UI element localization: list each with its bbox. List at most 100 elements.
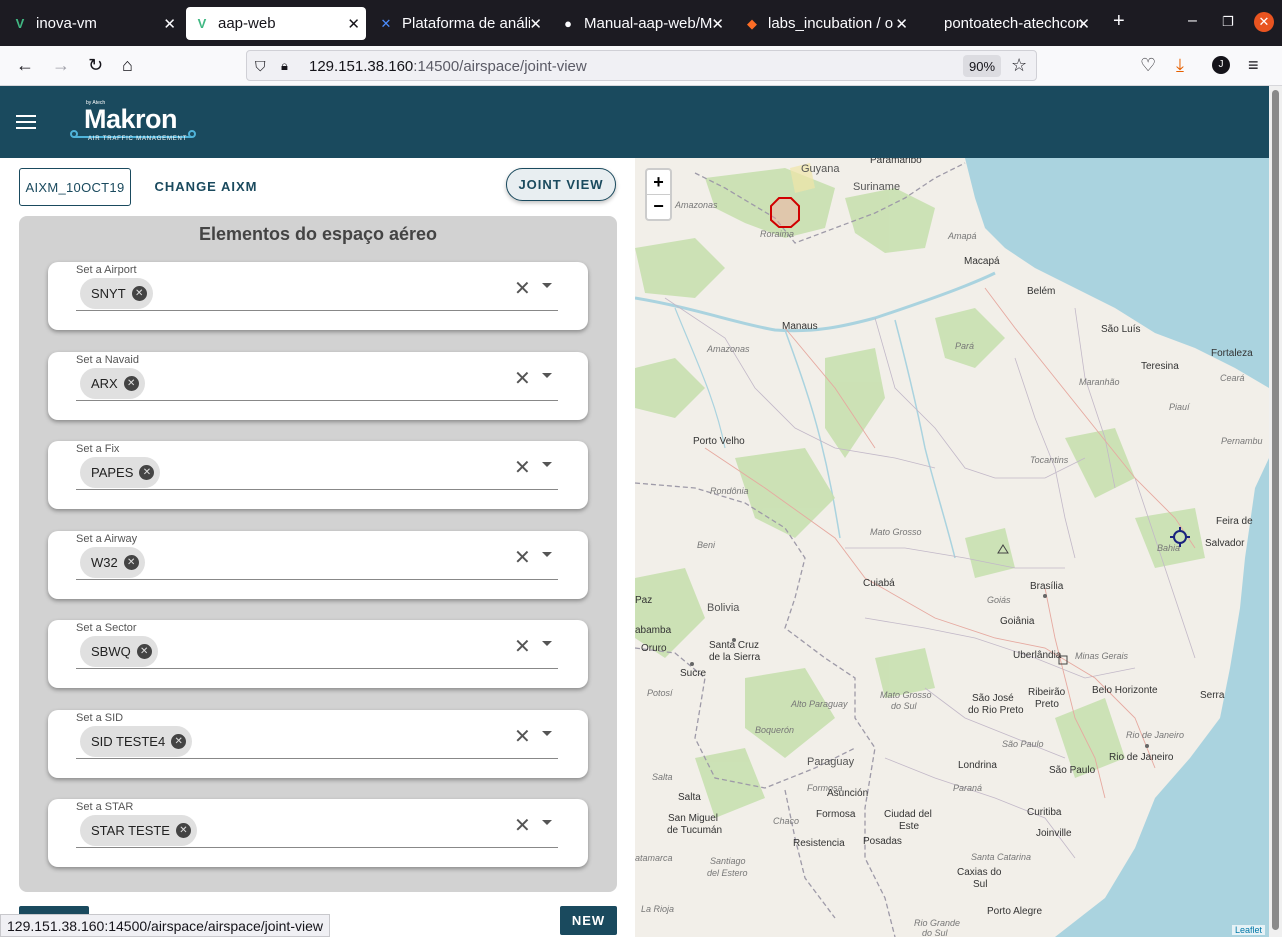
home-icon[interactable]: ⌂ [122,54,133,76]
dropdown-caret-icon[interactable] [542,641,552,646]
airway-select[interactable]: Set a Airway W32 ✕ ✕ [48,531,588,599]
zoom-in-button[interactable]: + [647,170,670,194]
vue-icon: V [197,16,207,31]
aixm-version-button[interactable]: AIXM_10OCT19 [19,168,131,206]
selected-chip[interactable]: STAR TESTE ✕ [80,815,197,846]
new-button[interactable]: NEW [560,906,617,935]
selected-chip[interactable]: PAPES ✕ [80,457,161,488]
map-label: Paraná [953,783,983,793]
close-tab-icon[interactable]: ✕ [1077,15,1090,33]
selected-chip[interactable]: SNYT ✕ [80,278,153,309]
map-attribution-link[interactable]: Leaflet [1231,925,1265,935]
minimize-icon[interactable]: – [1188,12,1197,30]
selected-chip[interactable]: W32 ✕ [80,547,145,578]
bookmark-star-icon[interactable]: ☆ [1011,54,1027,76]
map-label: Potosí [647,688,673,698]
makron-logo[interactable]: by Atech Makron AIR TRAFFIC MANAGEMENT [70,98,200,146]
app-header: by Atech Makron AIR TRAFFIC MANAGEMENT [0,86,1269,158]
reload-icon[interactable]: ↻ [88,54,103,76]
download-icon[interactable]: ⤓ [1176,54,1184,76]
airport-select[interactable]: Set a Airport SNYT ✕ ✕ [48,262,588,330]
browser-tab-active[interactable]: V aap-web ✕ [186,7,366,40]
change-aixm-button[interactable]: CHANGE AIXM [147,168,265,204]
dropdown-caret-icon[interactable] [542,462,552,467]
pocket-icon[interactable]: ♡ [1140,54,1156,76]
dropdown-caret-icon[interactable] [542,283,552,288]
dropdown-caret-icon[interactable] [542,820,552,825]
chip-remove-icon[interactable]: ✕ [136,644,152,659]
clear-icon[interactable]: ✕ [514,455,531,480]
close-tab-icon[interactable]: ✕ [529,15,542,33]
map-label: Caxias do [957,867,1002,878]
chip-remove-icon[interactable]: ✕ [139,465,155,480]
scrollbar-thumb[interactable] [1272,90,1279,930]
fix-select[interactable]: Set a Fix PAPES ✕ ✕ [48,441,588,509]
clear-icon[interactable]: ✕ [514,813,531,838]
map-label: La Rioja [641,904,675,914]
url-text[interactable]: 129.151.38.160:14500/airspace/joint-view [309,58,587,75]
sid-select[interactable]: Set a SID SID TESTE4 ✕ ✕ [48,710,588,778]
map-label: Ceará [1220,373,1245,383]
url-bar[interactable]: ⛉ 🔒︎ 129.151.38.160:14500/airspace/joint… [246,50,1037,81]
menu-icon[interactable] [16,111,36,131]
clear-icon[interactable]: ✕ [514,276,531,301]
close-tab-icon[interactable]: ✕ [347,15,360,33]
chip-remove-icon[interactable]: ✕ [175,823,191,838]
page-scrollbar[interactable] [1269,86,1282,937]
maximize-icon[interactable]: ❐ [1222,14,1234,30]
close-tab-icon[interactable]: ✕ [895,15,908,33]
chip-label: SID TESTE4 [91,734,166,749]
map-label: Feira de [1216,516,1253,527]
zoom-out-button[interactable]: − [647,194,670,218]
field-label: Set a Fix [76,443,120,455]
account-icon[interactable]: J [1212,56,1230,74]
map-label: Este [899,821,920,832]
browser-tab[interactable]: pontoatech-atechcom ✕ [918,7,1096,40]
clear-icon[interactable]: ✕ [514,366,531,391]
navaid-select[interactable]: Set a Navaid ARX ✕ ✕ [48,352,588,420]
dropdown-caret-icon[interactable] [542,731,552,736]
window-close-icon[interactable]: ✕ [1254,12,1274,32]
star-select[interactable]: Set a STAR STAR TESTE ✕ ✕ [48,799,588,867]
back-icon[interactable]: ← [16,54,34,76]
new-tab-icon[interactable]: + [1113,10,1125,33]
field-label: Set a SID [76,712,124,724]
vue-icon: V [15,16,25,31]
browser-tab[interactable]: ● Manual-aap-web/M ✕ [552,7,730,40]
clear-icon[interactable]: ✕ [514,634,531,659]
map-label: Paramaribo [870,158,922,166]
selected-chip[interactable]: SID TESTE4 ✕ [80,726,193,757]
browser-tab[interactable]: ◆ labs_incubation / o ✕ [736,7,914,40]
sector-select[interactable]: Set a Sector SBWQ ✕ ✕ [48,620,588,688]
map-label: Mato Grosso [880,690,932,700]
joint-view-button[interactable]: JOINT VIEW [506,168,616,201]
close-tab-icon[interactable]: ✕ [711,15,724,33]
map-label: Guyana [801,163,840,175]
chip-remove-icon[interactable]: ✕ [123,376,139,391]
browser-tab[interactable]: ✕ Plataforma de análise ✕ [370,7,548,40]
close-tab-icon[interactable]: ✕ [163,15,176,33]
airspace-elements-panel: Elementos do espaço aéreo Set a Airport … [19,216,617,892]
chip-label: STAR TESTE [91,823,170,838]
selected-chip[interactable]: ARX ✕ [80,368,145,399]
selected-chip[interactable]: SBWQ ✕ [80,636,158,667]
hamburger-menu-icon[interactable]: ≡ [1248,54,1259,76]
lock-icon[interactable]: 🔒︎ [281,55,288,77]
shield-icon[interactable]: ⛉ [255,55,266,77]
clear-icon[interactable]: ✕ [514,724,531,749]
map-label: de Tucumán [667,825,723,836]
map-label: Pará [955,341,975,351]
forward-icon[interactable]: → [52,54,70,76]
dropdown-caret-icon[interactable] [542,552,552,557]
map-label: Belo Horizonte [1092,685,1158,696]
zoom-level[interactable]: 90% [963,55,1001,77]
map-view[interactable]: + − Guyana Suriname Paramaribo Roraima A… [635,158,1269,937]
clear-icon[interactable]: ✕ [514,545,531,570]
chip-remove-icon[interactable]: ✕ [123,555,139,570]
dropdown-caret-icon[interactable] [542,373,552,378]
chip-remove-icon[interactable]: ✕ [131,286,147,301]
browser-tab[interactable]: V inova-vm ✕ [4,7,182,40]
browser-nav-bar: ← → ↻ ⌂ ⛉ 🔒︎ 129.151.38.160:14500/airspa… [0,46,1282,86]
chip-remove-icon[interactable]: ✕ [171,734,187,749]
left-panel: AIXM_10OCT19 CHANGE AIXM JOINT VIEW Elem… [0,158,635,937]
